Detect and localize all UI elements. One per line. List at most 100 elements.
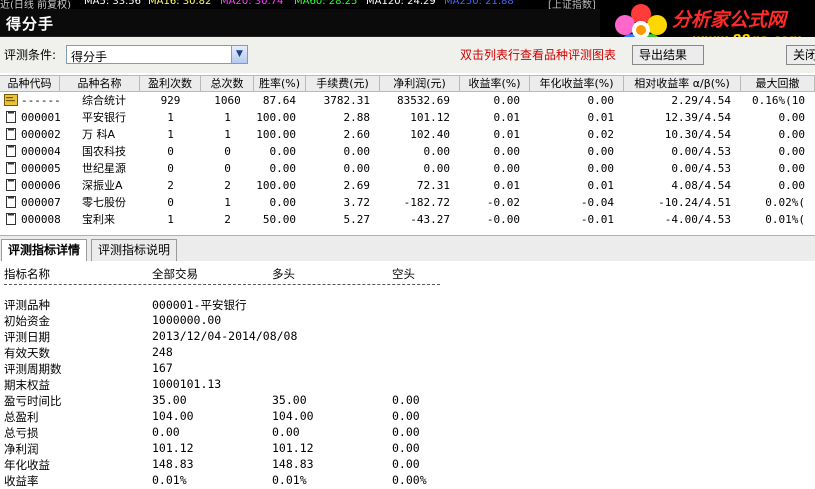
- window-title-bar: 得分手: [0, 9, 600, 37]
- table-row[interactable]: 000005 世纪星源 0 0 0.00 0.00 0.00 0.00 0.00 0.00/4.5…: [0, 160, 815, 177]
- document-icon: [6, 162, 16, 174]
- tab-indicator-description[interactable]: 评测指标说明: [91, 239, 178, 261]
- detail-long-value: 104.00: [272, 409, 314, 423]
- table-cell: 0.00: [493, 145, 521, 158]
- table-cell: 0.00: [269, 196, 297, 209]
- table-cell: -4.00/4.53: [664, 213, 731, 226]
- export-results-button[interactable]: 导出结果: [632, 45, 704, 65]
- table-cell: 1: [167, 111, 174, 124]
- table-cell: 0.00: [269, 162, 297, 175]
- chevron-down-icon[interactable]: ▼: [231, 46, 247, 63]
- column-header-0[interactable]: 品种代码: [0, 76, 60, 91]
- table-cell: 0.00: [493, 162, 521, 175]
- table-row[interactable]: ------- 综合统计 929 1060 87.64 3782.31 83532.69 0.…: [0, 92, 815, 109]
- table-cell: 0.00: [587, 162, 615, 175]
- close-button[interactable]: 关闭: [786, 45, 815, 65]
- table-cell: 000002: [21, 128, 60, 141]
- table-header: 品种代码 品种名称 盈利次数 总次数 胜率(%) 手续费(元) 净利润(元) 收益率(%) 年化…: [0, 75, 815, 92]
- table-cell: 0: [224, 162, 231, 175]
- table-cell: 50.00: [262, 213, 296, 226]
- table-cell: 000004: [21, 145, 60, 158]
- table-cell: 0.00: [778, 128, 806, 141]
- detail-header-short: 空头: [392, 267, 415, 281]
- table-cell: 929: [160, 94, 181, 107]
- detail-name-value: 净利润: [4, 442, 39, 456]
- table-cell: 102.40: [410, 128, 450, 141]
- table-cell: 2.69: [343, 179, 371, 192]
- ma-indicator-strip: 近(日线 前复权) MA5: 33.56 MA16: 30.82 MA20: 30.7…: [0, 0, 600, 9]
- column-header-9[interactable]: 相对收益率 α/β(%): [624, 76, 741, 91]
- table-cell: 1: [224, 111, 231, 124]
- table-cell: 83532.69: [397, 94, 450, 107]
- column-header-8[interactable]: 年化收益率(%): [530, 76, 624, 91]
- table-cell: 2.88: [343, 111, 371, 124]
- summary-icon: [4, 94, 18, 106]
- detail-header-all: 全部交易: [152, 267, 198, 281]
- document-icon: [6, 111, 16, 123]
- detail-tabs: 评测指标详情 评测指标说明: [0, 235, 815, 263]
- table-cell: 0.02: [587, 128, 615, 141]
- detail-long-value: 0.01%: [272, 473, 307, 487]
- detail-short-value: 0.00%: [392, 473, 427, 487]
- table-row[interactable]: 000006 深振业A 2 2 100.00 2.69 72.31 0.01 0.01 4.08/…: [0, 177, 815, 194]
- document-icon: [6, 145, 16, 157]
- table-cell: 2: [167, 179, 174, 192]
- table-cell: -0.00: [486, 213, 520, 226]
- detail-all-value: 000001-平安银行: [152, 298, 247, 312]
- ma-value-2: MA16: 30.82: [148, 0, 212, 7]
- table-cell: 0: [167, 145, 174, 158]
- column-header-4[interactable]: 胜率(%): [254, 76, 306, 91]
- column-header-3[interactable]: 总次数: [201, 76, 254, 91]
- detail-long-value: 148.83: [272, 457, 314, 471]
- table-cell: 综合统计: [82, 94, 126, 107]
- table-cell: 零七股份: [82, 196, 126, 209]
- table-cell: -182.72: [403, 196, 450, 209]
- detail-name-value: 初始资金: [4, 314, 50, 328]
- detail-name-value: 期末权益: [4, 378, 50, 392]
- detail-all-value: 0.01%: [152, 473, 187, 487]
- tab-indicator-detail[interactable]: 评测指标详情: [1, 239, 88, 263]
- table-cell: 0.01: [587, 111, 615, 124]
- table-row[interactable]: 000002 万 科A 1 1 100.00 2.60 102.40 0.01 0.02 10.3…: [0, 126, 815, 143]
- detail-long-value: 0.00: [272, 425, 300, 439]
- column-header-2[interactable]: 盈利次数: [140, 76, 201, 91]
- table-cell: 0.00: [778, 145, 806, 158]
- table-cell: 000007: [21, 196, 60, 209]
- column-header-5[interactable]: 手续费(元): [306, 76, 380, 91]
- table-cell: 0.01: [587, 179, 615, 192]
- ma-value-0: 近(日线 前复权): [0, 0, 71, 9]
- ma-value-6: MA250: 21.88: [444, 0, 514, 7]
- table-cell: 72.31: [416, 179, 450, 192]
- table-cell: -------: [21, 94, 60, 107]
- table-row[interactable]: 000001 平安银行 1 1 100.00 2.88 101.12 0.01 0.01 12.3…: [0, 109, 815, 126]
- detail-all-value: 104.00: [152, 409, 194, 423]
- table-cell: -0.01: [580, 213, 614, 226]
- column-header-7[interactable]: 收益率(%): [460, 76, 530, 91]
- table-row[interactable]: 000004 国农科技 0 0 0.00 0.00 0.00 0.00 0.00 0.00/4.5…: [0, 143, 815, 160]
- table-cell: 0: [224, 145, 231, 158]
- column-header-1[interactable]: 品种名称: [60, 76, 140, 91]
- table-cell: 0.01%(: [765, 213, 805, 226]
- table-cell: 0.01: [493, 179, 521, 192]
- table-cell: 深振业A: [82, 179, 123, 192]
- table-cell: 0.00/4.53: [671, 145, 731, 158]
- table-cell: -0.04: [580, 196, 614, 209]
- column-header-10[interactable]: 最大回撤: [741, 76, 815, 91]
- table-cell: 12.39/4.54: [664, 111, 731, 124]
- table-cell: 0.00/4.53: [671, 162, 731, 175]
- detail-all-value: 0.00: [152, 425, 180, 439]
- condition-row: 评测条件: 得分手 ▼ 双击列表行查看品种评测图表 导出结果 关闭: [0, 37, 815, 73]
- condition-select[interactable]: 得分手 ▼: [66, 45, 248, 64]
- table-cell: 4.08/4.54: [671, 179, 731, 192]
- table-row[interactable]: 000008 宝利来 1 2 50.00 5.27 -43.27 -0.00 -0.01 -4.0…: [0, 211, 815, 228]
- table-cell: 0.02%(: [765, 196, 805, 209]
- table-cell: 1: [224, 128, 231, 141]
- table-cell: 世纪星源: [82, 162, 126, 175]
- table-cell: 0.00: [423, 145, 451, 158]
- column-header-6[interactable]: 净利润(元): [380, 76, 460, 91]
- table-row[interactable]: 000007 零七股份 0 1 0.00 3.72 -182.72 -0.02 -0.04 -10…: [0, 194, 815, 211]
- table-cell: 0.00: [778, 162, 806, 175]
- detail-name-value: 收益率: [4, 474, 39, 488]
- table-cell: 0.00: [343, 145, 371, 158]
- table-cell: 0.00: [343, 162, 371, 175]
